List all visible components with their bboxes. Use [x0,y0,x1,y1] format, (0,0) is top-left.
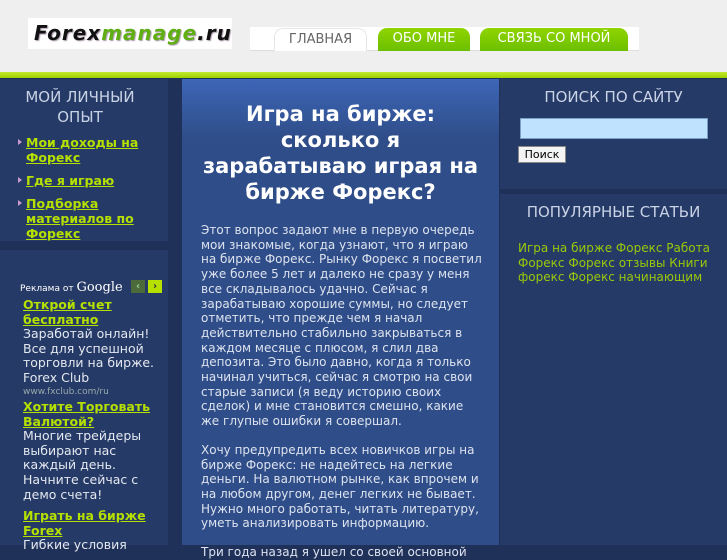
ad-item: Хотите Торговать Валютой? Многие трейдер… [23,399,163,502]
ad-item: Играть на бирже Forex Гибкие условия [23,508,163,553]
panel-title: ПОПУЛЯРНЫЕ СТАТЬИ [526,203,701,221]
next-arrow-icon[interactable]: › [148,280,162,293]
ads-label-text: Реклама от [20,284,74,294]
logo-text: Forex [34,21,102,45]
panel-title: МОЙ ЛИЧНЫЙ ОПЫТ [25,88,135,126]
ad-text: Заработай онлайн! Все для успешной торго… [23,326,155,385]
popular-articles-panel: ПОПУЛЯРНЫЕ СТАТЬИ Игра на бирже Форекс Р… [500,194,727,545]
tab-contact[interactable]: СВЯЗЬ СО МНОЙ [480,28,628,51]
article-paragraph: Хочу предупредить всех новичков игры на … [201,442,479,531]
sidebar-item: Где я играю [18,173,168,188]
popular-link[interactable]: Игра на бирже Форекс [518,241,662,255]
search-button[interactable]: Поиск [518,146,566,163]
tab-home[interactable]: ГЛАВНАЯ [274,28,367,51]
ad-url[interactable]: www.fxclub.com/ru [23,386,163,399]
ad-text: Многие трейдеры выбирают нас каждый день… [23,428,142,502]
article-paragraph: Три года назад я ушел со своей основной [201,545,467,560]
ad-text: Гибкие условия [23,537,127,553]
tab-about[interactable]: ОБО МНЕ [378,28,470,51]
search-input[interactable] [520,118,708,139]
ad-title-link[interactable]: Открой счет бесплатно [23,297,163,327]
search-panel: ПОИСК ПО САЙТУ Поиск [500,79,727,189]
ad-title-link[interactable]: Играть на бирже Forex [23,508,163,538]
ad-title-link[interactable]: Хотите Торговать Валютой? [23,399,163,429]
article-title: Игра на бирже: сколько я зарабатываю игр… [202,102,479,204]
logo-text: .ru [197,21,232,45]
logo-text: manage [101,21,198,45]
panel-title: ПОИСК ПО САЙТУ [544,88,683,106]
sidebar-link-materials[interactable]: Подборка материалов по Форекс [26,196,134,241]
sidebar-item: Подборка материалов по Форекс [18,196,168,241]
personal-experience-panel: МОЙ ЛИЧНЫЙ ОПЫТ Мои доходы на Форекс Где… [0,79,168,241]
popular-link[interactable]: Форекс отзывы [568,256,665,270]
prev-arrow-icon[interactable]: ‹ [131,280,145,293]
google-logo: Google [76,280,123,295]
popular-links: Игра на бирже Форекс Работа Форекс Форек… [518,241,718,285]
site-logo[interactable]: Forexmanage.ru [28,18,232,49]
ads-label: Реклама от Google [20,280,123,295]
divider [0,72,727,78]
article-paragraph: Этот вопрос задают мне в первую очередь … [201,223,482,429]
popular-link[interactable]: Форекс начинающим [568,270,702,284]
header: Forexmanage.ru ГЛАВНАЯ ОБО МНЕ СВЯЗЬ СО … [0,0,727,72]
ad-item: Открой счет бесплатно Заработай онлайн! … [23,297,163,399]
sidebar-link-income[interactable]: Мои доходы на Форекс [26,135,138,165]
sidebar-link-where[interactable]: Где я играю [26,173,114,188]
article: Игра на бирже: сколько я зарабатываю игр… [182,79,499,559]
sidebar-item: Мои доходы на Форекс [18,135,168,165]
main-nav: ГЛАВНАЯ ОБО МНЕ СВЯЗЬ СО МНОЙ [250,27,639,51]
